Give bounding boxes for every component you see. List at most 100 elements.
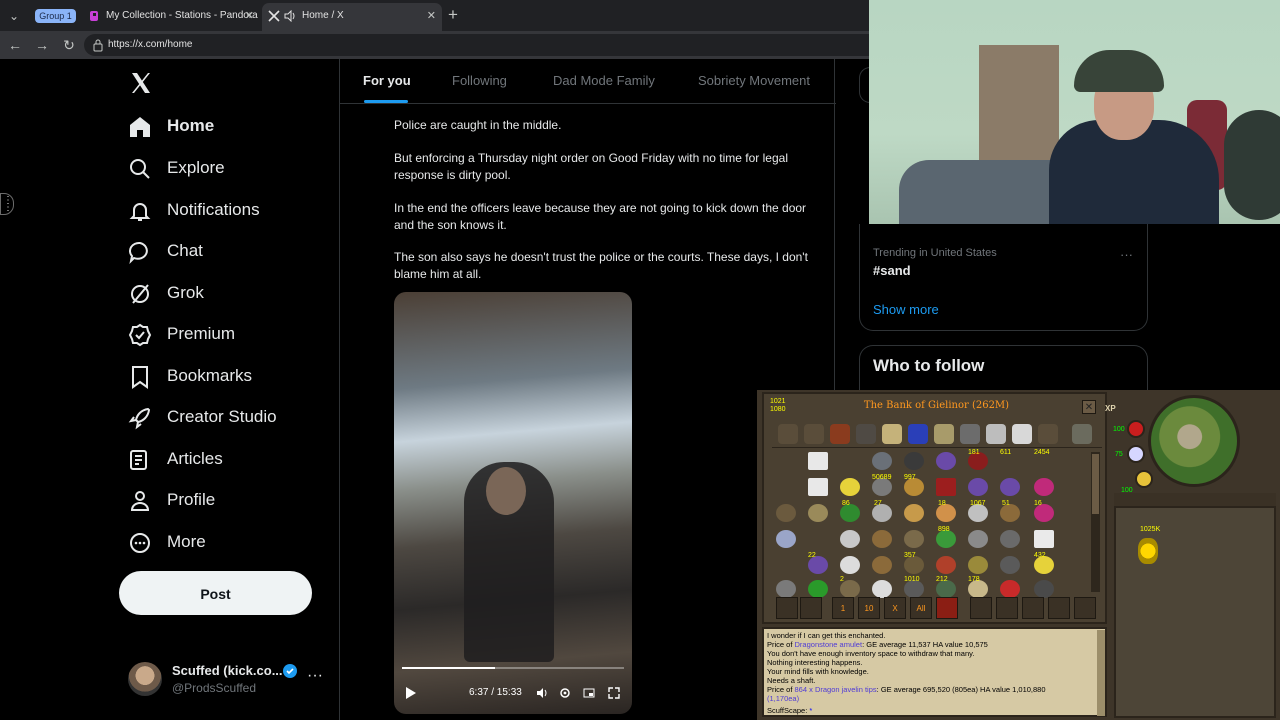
bank-tab-cloth-icon[interactable] — [1012, 424, 1032, 444]
volume-icon[interactable] — [536, 687, 549, 699]
bank-item[interactable] — [840, 478, 860, 496]
lock-icon[interactable] — [996, 597, 1018, 619]
withdraw-1-button[interactable]: 1 — [832, 597, 854, 619]
post-button[interactable]: Post — [119, 571, 312, 615]
site-info-icon[interactable] — [92, 38, 104, 52]
tab-dad-mode-family[interactable]: Dad Mode Family — [553, 73, 655, 88]
bank-tab-tools-icon[interactable] — [856, 424, 876, 444]
nav-label: Home — [167, 116, 215, 135]
run-orb-icon[interactable] — [1135, 470, 1153, 488]
deposit-inventory-icon[interactable] — [1022, 597, 1044, 619]
bank-item[interactable] — [1000, 478, 1020, 496]
bank-item[interactable] — [968, 478, 988, 496]
coins-icon[interactable] — [1138, 538, 1158, 564]
bank-item[interactable] — [808, 580, 828, 598]
bank-item[interactable] — [808, 504, 828, 522]
bank-equipment-icon[interactable] — [1072, 424, 1092, 444]
rearrange-icon[interactable] — [776, 597, 798, 619]
bank-tab-infinity-icon[interactable] — [804, 424, 824, 444]
deposit-equipment-icon[interactable] — [1048, 597, 1070, 619]
address-bar[interactable]: https://x.com/home — [84, 34, 870, 56]
trending-card[interactable]: Trending in United States #sand ··· Show… — [859, 224, 1148, 331]
bank-item[interactable] — [776, 580, 796, 598]
close-tab-icon[interactable]: ✕ — [427, 3, 436, 29]
bank-item[interactable] — [968, 556, 988, 574]
show-more-link[interactable]: Show more — [873, 302, 939, 317]
bank-item[interactable] — [936, 478, 956, 496]
withdraw-all-button[interactable] — [936, 597, 958, 619]
forward-arrow-icon[interactable]: → — [33, 36, 51, 54]
more-dots-icon[interactable]: ··· — [1120, 247, 1133, 262]
drag-handle-icon[interactable]: ⋮ ⋮ — [0, 193, 14, 215]
search-icon[interactable] — [970, 597, 992, 619]
bank-item[interactable] — [776, 504, 796, 522]
bank-item[interactable] — [840, 556, 860, 574]
x-logo-icon[interactable] — [129, 71, 153, 95]
hitpoints-orb-icon[interactable] — [1127, 420, 1145, 438]
bank-tab-gem-icon[interactable] — [908, 424, 928, 444]
bank-tab-scroll-icon[interactable] — [882, 424, 902, 444]
bank-item[interactable] — [872, 580, 892, 598]
bank-tab-hat-icon[interactable] — [934, 424, 954, 444]
tab-search-chevron-icon[interactable]: ⌄ — [4, 6, 24, 26]
bank-item[interactable] — [968, 530, 988, 548]
bank-item[interactable] — [1034, 478, 1054, 496]
withdraw-5-button[interactable]: 10 — [858, 597, 880, 619]
bank-item[interactable] — [1000, 580, 1020, 598]
bank-item[interactable] — [872, 452, 892, 470]
bank-item[interactable] — [872, 530, 892, 548]
back-arrow-icon[interactable]: ← — [6, 36, 24, 54]
bank-item[interactable] — [936, 452, 956, 470]
reload-icon[interactable]: ↻ — [60, 36, 78, 54]
bank-item[interactable] — [872, 556, 892, 574]
bank-item[interactable] — [808, 478, 828, 496]
chat-scrollbar[interactable] — [1097, 630, 1105, 716]
bank-item[interactable] — [904, 452, 924, 470]
bank-item[interactable] — [904, 504, 924, 522]
bank-item[interactable] — [1000, 530, 1020, 548]
tab-pandora[interactable]: My Collection - Stations - Pandora ✕ — [82, 3, 260, 31]
tab-sobriety-movement[interactable]: Sobriety Movement — [698, 73, 810, 88]
tab-x-home[interactable]: Home / X ✕ — [262, 3, 442, 31]
scroll-thumb[interactable] — [1092, 454, 1099, 514]
play-icon[interactable] — [405, 686, 417, 700]
new-tab-button[interactable]: + — [448, 4, 458, 26]
bank-tab-all-icon[interactable] — [778, 424, 798, 444]
fullscreen-icon[interactable] — [608, 687, 620, 699]
bank-item[interactable] — [904, 530, 924, 548]
bank-item[interactable] — [808, 452, 828, 470]
xp-button[interactable]: XP — [1105, 404, 1116, 413]
bank-item[interactable] — [840, 530, 860, 548]
video-progress-bar[interactable] — [402, 667, 624, 669]
close-tab-icon[interactable]: ✕ — [245, 3, 254, 29]
prayer-orb-icon[interactable] — [1127, 445, 1145, 463]
bank-item[interactable] — [1000, 556, 1020, 574]
minimap[interactable] — [1148, 395, 1240, 487]
bank-item[interactable] — [1034, 530, 1054, 548]
tab-group-label[interactable]: Group 1 — [35, 9, 76, 23]
bank-tab-bolts-icon[interactable] — [960, 424, 980, 444]
bank-item[interactable] — [1034, 580, 1054, 598]
settings-gear-icon[interactable] — [559, 687, 571, 699]
settings-icon[interactable] — [1074, 597, 1096, 619]
bank-tab-food-icon[interactable] — [830, 424, 850, 444]
note-icon[interactable] — [800, 597, 822, 619]
bank-tab-add-icon[interactable] — [1038, 424, 1058, 444]
close-icon[interactable]: ✕ — [1082, 400, 1096, 414]
picture-in-picture-icon[interactable] — [583, 687, 595, 699]
more-dots-icon[interactable]: ··· — [307, 667, 323, 685]
bell-icon — [129, 203, 151, 221]
withdraw-x-button[interactable]: All — [910, 597, 932, 619]
tab-for-you[interactable]: For you — [363, 73, 411, 88]
bank-tab-helm-icon[interactable] — [986, 424, 1006, 444]
bank-item[interactable] — [776, 530, 796, 548]
speaker-icon[interactable] — [284, 10, 296, 22]
orb-value: 100 — [1113, 426, 1125, 433]
bank-item[interactable] — [936, 556, 956, 574]
chat-input[interactable]: ScuffScape: * — [767, 706, 812, 715]
tweet-video[interactable]: 6:37 / 15:33 — [394, 292, 632, 714]
account-switcher[interactable]: Scuffed (kick.co... @ProdsScuffed ··· — [128, 659, 328, 699]
withdraw-10-button[interactable]: X — [884, 597, 906, 619]
tab-following[interactable]: Following — [452, 73, 507, 88]
bank-scrollbar[interactable] — [1091, 452, 1100, 592]
